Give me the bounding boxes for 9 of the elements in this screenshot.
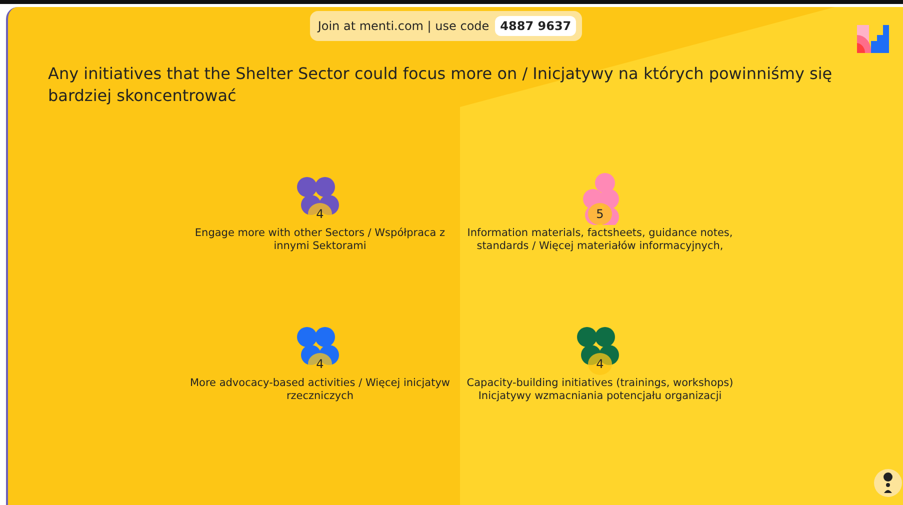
answer-label: Capacity-building initiatives (trainings, workshops) Inicjatywy wzmacniania potencjału organizacji xyxy=(466,377,734,403)
answer-label: More advocacy-based activities / Więcej inicjatyw rzeczniczych xyxy=(188,377,452,403)
answer-label: Information materials, factsheets, guidance notes, standards / Więcej materiałów informacyjnych, xyxy=(466,227,734,253)
question-title: Any initiatives that the Shelter Sector could focus more on / Inicjatywy na których powinniśmy się bardziej skoncentrować xyxy=(48,63,834,107)
join-code: 4887 9637 xyxy=(495,16,576,36)
answer-label: Engage more with other Sectors / Współpraca z innymi Sektorami xyxy=(194,227,446,253)
join-text: Join at menti.com | use code xyxy=(318,19,490,33)
person-icon xyxy=(883,472,893,494)
logo-icon xyxy=(855,23,891,55)
